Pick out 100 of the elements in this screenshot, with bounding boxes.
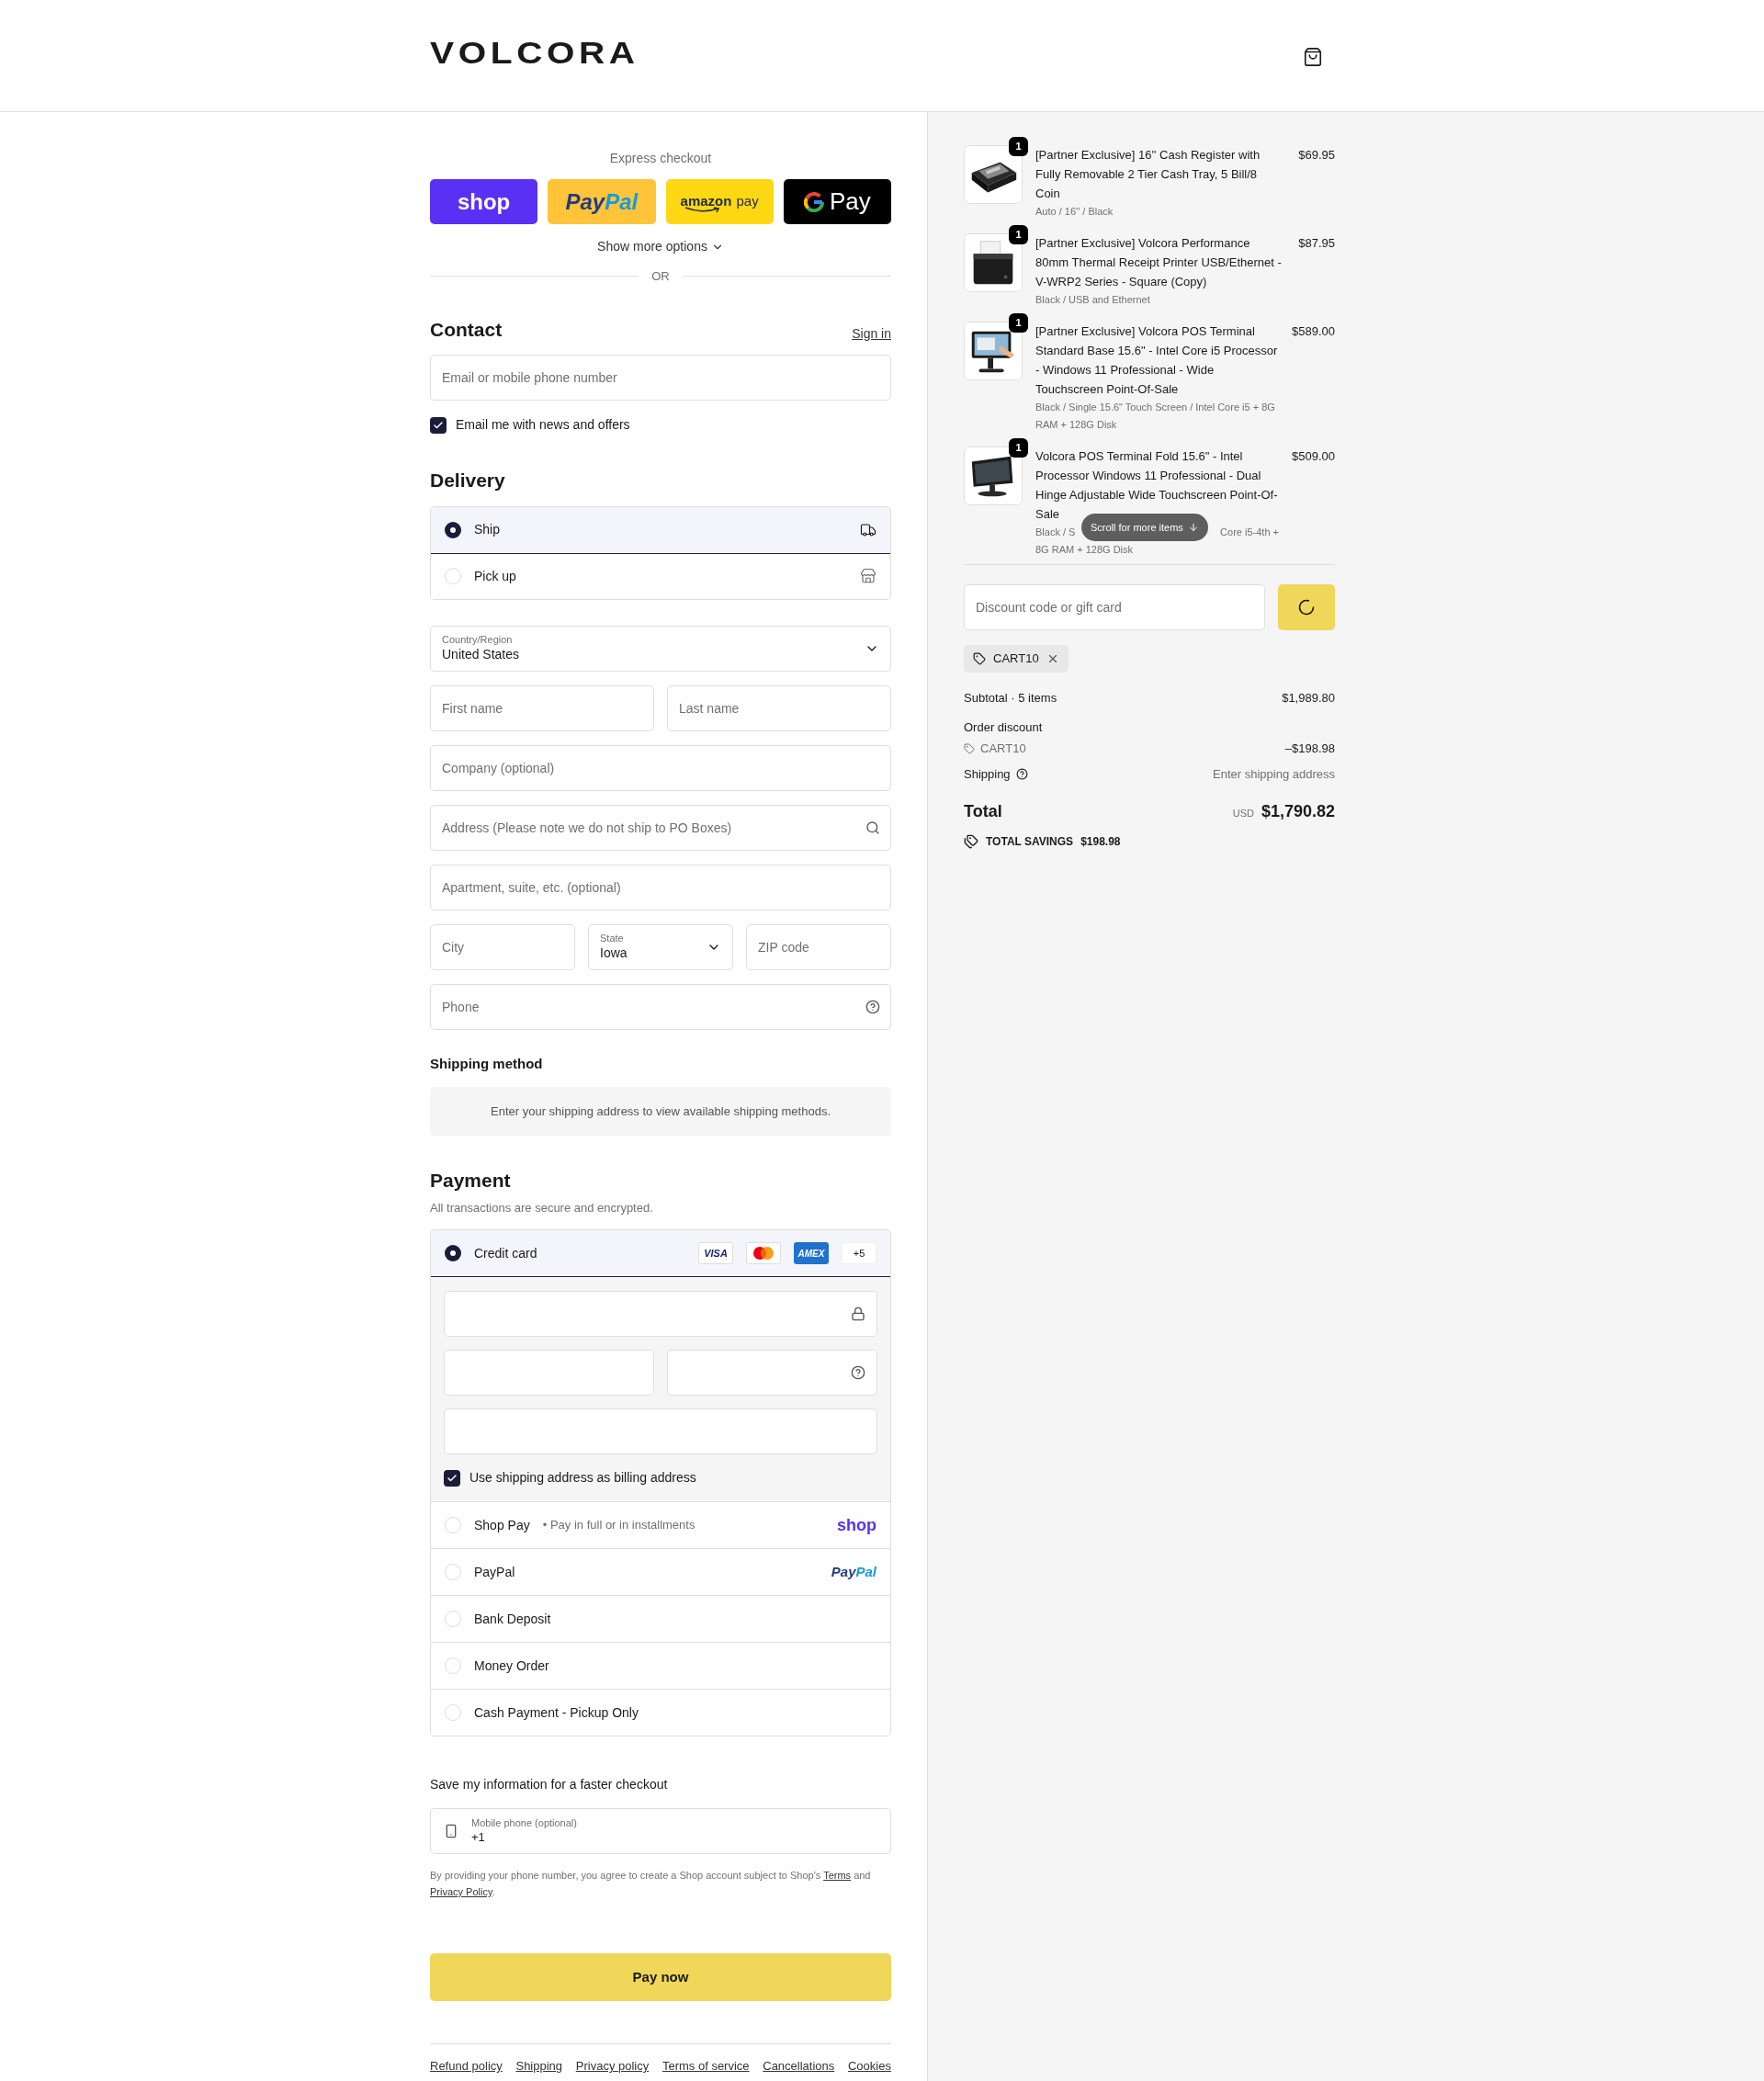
footer-link[interactable]: Cancellations — [763, 2057, 835, 2075]
section-heading: Delivery — [430, 469, 506, 492]
country-select[interactable]: Country/Region United States — [430, 625, 891, 672]
scroll-hint-button[interactable]: Scroll for more items — [1081, 514, 1208, 541]
pay-now-button[interactable]: Pay now — [430, 1953, 891, 2001]
summary-label: Order discount — [964, 718, 1044, 736]
payment-option[interactable]: Credit card VISA AMEX +5 — [431, 1230, 890, 1276]
last-name-field[interactable]: Last name — [667, 684, 891, 731]
terms-link[interactable]: Terms — [823, 1870, 852, 1881]
delivery-option[interactable]: Pick up — [431, 552, 890, 599]
search-icon — [865, 820, 880, 835]
apply-button[interactable] — [1278, 584, 1335, 630]
help-icon — [1015, 767, 1028, 780]
radio-button[interactable] — [445, 1564, 461, 1580]
check-icon — [433, 419, 444, 431]
quantity-badge: 1 — [1009, 313, 1028, 333]
discount-chip: CART10 — [964, 645, 1069, 673]
store-logo[interactable]: VOLCORA — [430, 36, 639, 68]
privacy-policy-link[interactable]: Privacy Policy — [430, 1886, 492, 1897]
radio-button[interactable] — [445, 1517, 461, 1533]
section-subtitle: All transactions are secure and encrypted. — [430, 1199, 654, 1216]
company-field[interactable]: Company (optional) — [430, 744, 891, 791]
sign-in-link[interactable]: Sign in — [852, 324, 891, 344]
show-more-options-link[interactable]: Show more options — [597, 237, 724, 256]
phone-field[interactable]: Phone — [430, 983, 891, 1030]
amex-card-mark: AMEX — [794, 1242, 829, 1264]
product-variant: 8G RAM + 128G Disk — [1035, 543, 1135, 557]
google-pay-button[interactable]: Pay — [783, 179, 891, 224]
total-amount: $1,790.82 — [1261, 801, 1335, 822]
product-variant: Core i5-4th + — [1220, 526, 1279, 539]
quantity-badge: 1 — [1009, 438, 1028, 458]
product-name: [Partner Exclusive] Volcora Performance 80mm Thermal Receipt Printer USB/Ethernet - V-WRP2 Series - Square (Copy) — [1035, 235, 1283, 290]
security-code-field[interactable] — [667, 1350, 877, 1396]
savings-amount: $198.98 — [1080, 834, 1121, 850]
product-name: [Partner Exclusive] 16'' Cash Register with Fully Removable 2 Tier Cash Tray, 5 Bill/8 Coin — [1035, 147, 1261, 202]
name-on-card-field[interactable] — [444, 1408, 877, 1454]
address-field[interactable]: Address (Please note we do not ship to PO Boxes) — [430, 804, 891, 851]
section-heading: Shipping method — [430, 1054, 544, 1073]
footer-link[interactable]: Terms of service — [662, 2057, 750, 2075]
more-cards-badge: +5 — [842, 1242, 876, 1264]
mobile-phone-field[interactable]: Mobile phone (optional) +1 — [430, 1808, 891, 1854]
store-icon — [860, 568, 876, 584]
card-number-field[interactable] — [444, 1291, 877, 1337]
amazon-pay-button[interactable]: amazon pay — [665, 179, 774, 224]
section-heading: Payment — [430, 1169, 512, 1193]
footer-link[interactable]: Privacy policy — [575, 2057, 650, 2075]
footer-link[interactable]: Cookies — [848, 2057, 891, 2075]
summary-label: Subtotal · 5 items — [964, 690, 1057, 707]
paypal-logo: PayPal — [831, 1562, 876, 1581]
currency-code: USD — [1232, 807, 1254, 820]
product-price: $589.00 — [1292, 323, 1335, 340]
radio-button[interactable] — [445, 1704, 461, 1721]
google-logo-icon — [803, 191, 824, 212]
radio-button[interactable] — [445, 1657, 461, 1674]
tags-icon — [964, 834, 978, 849]
shipping-methods-notice: Enter your shipping address to view available shipping methods. — [430, 1087, 891, 1137]
checkbox-label: Email me with news and offers — [456, 416, 630, 434]
product-variant: Black / Single 15.6" Touch Screen / Intel Core i5 + 8G RAM + 128G Disk — [1035, 401, 1276, 432]
savings-label: TOTAL SAVINGS — [986, 834, 1074, 850]
product-price: $69.95 — [1297, 147, 1335, 164]
zip-code-field[interactable]: ZIP code — [746, 923, 891, 970]
visa-card-mark: VISA — [698, 1242, 733, 1264]
help-icon[interactable] — [865, 999, 880, 1014]
summary-value: $1,989.80 — [1282, 690, 1335, 707]
expiry-field[interactable] — [444, 1350, 654, 1396]
shop-logo: shop — [837, 1514, 876, 1536]
product-price: $87.95 — [1297, 235, 1335, 252]
radio-button[interactable] — [445, 1245, 461, 1261]
radio-button[interactable] — [445, 521, 461, 538]
paypal-button[interactable]: PayPal — [548, 179, 656, 224]
apartment-field[interactable]: Apartment, suite, etc. (optional) — [430, 864, 891, 910]
discount-code-field[interactable]: Discount code or gift card — [964, 584, 1265, 630]
phone-icon — [444, 1824, 458, 1838]
quantity-badge: 1 — [1009, 137, 1028, 156]
first-name-field[interactable]: First name — [430, 684, 654, 731]
discount-code: CART10 — [980, 741, 1026, 757]
city-field[interactable]: City — [430, 923, 575, 970]
product-variant: Black / S — [1035, 526, 1076, 539]
checkbox[interactable] — [444, 1469, 460, 1487]
footer-link[interactable]: Refund policy — [430, 2057, 503, 2075]
smile-arrow-icon — [684, 207, 721, 214]
tag-icon — [964, 742, 975, 754]
state-select[interactable]: State Iowa — [588, 923, 733, 970]
radio-button[interactable] — [445, 1611, 461, 1627]
delivery-option[interactable]: Ship — [431, 506, 890, 553]
section-label: Express checkout — [608, 150, 713, 167]
product-price: $509.00 — [1292, 448, 1335, 465]
product-variant: Black / USB and Ethernet — [1035, 293, 1151, 307]
email-field[interactable]: Email or mobile phone number — [430, 355, 891, 401]
shop-pay-button[interactable]: shop — [430, 179, 538, 224]
shopping-bag-icon[interactable] — [1303, 46, 1323, 67]
checkbox[interactable] — [430, 416, 447, 434]
tag-icon — [973, 652, 986, 665]
loading-icon — [1297, 598, 1316, 616]
footer-link[interactable]: Shipping — [515, 2057, 563, 2075]
arrow-down-icon — [1187, 522, 1199, 533]
product-variant: Auto / 16'' / Black — [1035, 205, 1114, 219]
section-heading: Save my information for a faster checkout — [430, 1776, 669, 1793]
radio-button[interactable] — [445, 568, 461, 584]
truck-icon — [860, 521, 876, 538]
